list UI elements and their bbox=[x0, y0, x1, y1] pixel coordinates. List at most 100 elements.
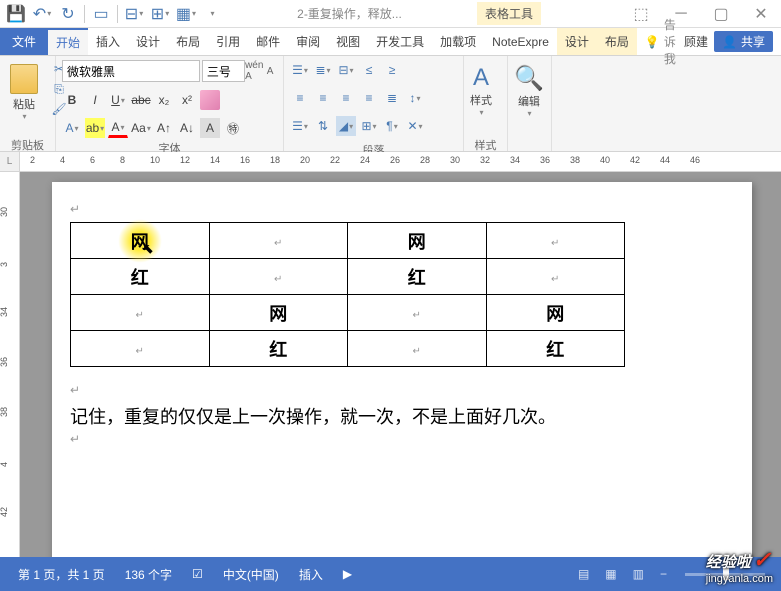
page-scroll-area[interactable]: ↵ 网 ⬉ ↵ 网 ↵ 红 ↵ 红 ↵ bbox=[20, 172, 781, 557]
table-cell[interactable]: ↵ bbox=[486, 259, 625, 295]
increase-indent-button[interactable]: ≥ bbox=[382, 60, 402, 80]
status-page[interactable]: 第 1 页，共 1 页 bbox=[8, 566, 115, 583]
font-color-button[interactable]: A▾ bbox=[108, 118, 128, 138]
show-marks-button[interactable]: ¶▾ bbox=[382, 116, 402, 136]
table-cell[interactable]: 红 bbox=[348, 259, 487, 295]
new-icon[interactable]: ▭ bbox=[89, 2, 113, 26]
decrease-indent-button[interactable]: ≤ bbox=[359, 60, 379, 80]
table-cell[interactable]: 红 bbox=[71, 259, 210, 295]
sort-button[interactable]: ⇅ bbox=[313, 116, 333, 136]
superscript-button[interactable]: x² bbox=[177, 90, 197, 110]
table-cell[interactable]: ↵ bbox=[71, 295, 210, 331]
align-right-button[interactable]: ≡ bbox=[336, 88, 356, 108]
bullets-button[interactable]: ☰▾ bbox=[290, 60, 310, 80]
print-layout-icon[interactable]: ▦ bbox=[599, 564, 622, 584]
text-direction-button[interactable]: ☰▾ bbox=[290, 116, 310, 136]
status-insert-mode[interactable]: 插入 bbox=[289, 566, 333, 583]
distribute-button[interactable]: ≣ bbox=[382, 88, 402, 108]
change-case-button[interactable]: Aa▾ bbox=[131, 118, 151, 138]
tab-mailings[interactable]: 邮件 bbox=[248, 28, 288, 55]
line-spacing-button[interactable]: ↕▾ bbox=[405, 88, 425, 108]
tab-review[interactable]: 审阅 bbox=[288, 28, 328, 55]
tab-home[interactable]: 开始 bbox=[48, 28, 88, 55]
redo-icon[interactable]: ↻ bbox=[56, 2, 80, 26]
tab-design[interactable]: 设计 bbox=[128, 28, 168, 55]
body-paragraph[interactable]: 记住，重复的仅仅是上一次操作，就一次，不是上面好几次。 bbox=[70, 403, 734, 432]
table-cell[interactable]: 红 bbox=[486, 331, 625, 367]
shrink-font-button[interactable]: A↓ bbox=[177, 118, 197, 138]
qat-icon-2[interactable]: ⊞▾ bbox=[148, 2, 172, 26]
font-size-select[interactable]: 三号 bbox=[202, 60, 245, 82]
shading-button[interactable]: ◢▾ bbox=[336, 116, 356, 136]
save-icon[interactable]: 💾 bbox=[4, 2, 28, 26]
tab-tool-design[interactable]: 设计 bbox=[557, 28, 597, 55]
web-layout-icon[interactable]: ▥ bbox=[627, 564, 650, 584]
ruler-horizontal[interactable]: 2 4 6 8 10 12 14 16 18 20 22 24 26 28 30… bbox=[20, 152, 781, 171]
status-macro-icon[interactable]: ▶ bbox=[333, 567, 362, 581]
read-mode-icon[interactable]: ▤ bbox=[572, 564, 595, 584]
clear-format-icon[interactable] bbox=[200, 90, 220, 110]
table-cell[interactable]: 网 bbox=[348, 223, 487, 259]
styles-button[interactable]: A 样式 ▾ bbox=[470, 60, 492, 117]
strikethrough-button[interactable]: abc bbox=[131, 90, 151, 110]
justify-button[interactable]: ≡ bbox=[359, 88, 379, 108]
highlight-button[interactable]: ab▾ bbox=[85, 118, 105, 138]
table-cell[interactable]: ↵ bbox=[486, 223, 625, 259]
table-row[interactable]: 网 ⬉ ↵ 网 ↵ bbox=[71, 223, 625, 259]
page[interactable]: ↵ 网 ⬉ ↵ 网 ↵ 红 ↵ 红 ↵ bbox=[52, 182, 752, 557]
table-row[interactable]: 红 ↵ 红 ↵ bbox=[71, 259, 625, 295]
text-effects-button[interactable]: A▾ bbox=[62, 118, 82, 138]
table-cell[interactable]: ↵ bbox=[348, 295, 487, 331]
align-center-button[interactable]: ≡ bbox=[313, 88, 333, 108]
subscript-button[interactable]: x₂ bbox=[154, 90, 174, 110]
underline-button[interactable]: U▾ bbox=[108, 90, 128, 110]
tab-layout[interactable]: 布局 bbox=[168, 28, 208, 55]
tab-addins[interactable]: 加载项 bbox=[432, 28, 484, 55]
user-name[interactable]: 顾建 bbox=[684, 33, 708, 50]
table-row[interactable]: ↵ 红 ↵ 红 bbox=[71, 331, 625, 367]
table-cell[interactable]: ↵ bbox=[348, 331, 487, 367]
tab-noteexpress[interactable]: NoteExpre bbox=[484, 28, 557, 55]
maximize-icon[interactable]: ▢ bbox=[701, 0, 741, 28]
align-left-button[interactable]: ≡ bbox=[290, 88, 310, 108]
char-border-icon[interactable]: A bbox=[263, 60, 277, 82]
status-language[interactable]: 中文(中国) bbox=[213, 566, 289, 583]
table-cell[interactable]: 网 bbox=[486, 295, 625, 331]
qat-icon-1[interactable]: ⊟▾ bbox=[122, 2, 146, 26]
numbering-button[interactable]: ≣▾ bbox=[313, 60, 333, 80]
multilevel-button[interactable]: ⊟▾ bbox=[336, 60, 356, 80]
tab-devtools[interactable]: 开发工具 bbox=[368, 28, 432, 55]
tab-view[interactable]: 视图 bbox=[328, 28, 368, 55]
enclose-char-button[interactable]: ㊕ bbox=[223, 118, 243, 138]
font-name-select[interactable]: 微软雅黑 bbox=[62, 60, 200, 82]
table-cell[interactable]: 网 bbox=[209, 295, 348, 331]
status-proofing-icon[interactable]: ☑ bbox=[182, 567, 213, 581]
paste-button[interactable]: 粘贴 ▾ bbox=[6, 60, 42, 125]
status-words[interactable]: 136 个字 bbox=[115, 566, 182, 583]
close-icon[interactable]: ✕ bbox=[741, 0, 781, 28]
grow-font-button[interactable]: A↑ bbox=[154, 118, 174, 138]
table-cell[interactable]: ↵ bbox=[71, 331, 210, 367]
tab-file[interactable]: 文件 bbox=[0, 28, 48, 55]
undo-icon[interactable]: ↶▾ bbox=[30, 2, 54, 26]
table-cell[interactable]: ↵ bbox=[209, 223, 348, 259]
tab-references[interactable]: 引用 bbox=[208, 28, 248, 55]
tab-tool-layout[interactable]: 布局 bbox=[597, 28, 637, 55]
document-table[interactable]: 网 ⬉ ↵ 网 ↵ 红 ↵ 红 ↵ ↵ 网 ↵ 网 bbox=[70, 222, 625, 367]
bold-button[interactable]: B bbox=[62, 90, 82, 110]
zoom-out-button[interactable]: − bbox=[654, 564, 673, 584]
share-button[interactable]: 👤 共享 bbox=[714, 31, 773, 52]
table-cell[interactable]: 网 ⬉ bbox=[71, 223, 210, 259]
char-shading-button[interactable]: A bbox=[200, 118, 220, 138]
qat-more-icon[interactable]: ▾ bbox=[200, 2, 224, 26]
phonetic-guide-icon[interactable]: wénA bbox=[247, 60, 261, 82]
snap-button[interactable]: ✕▾ bbox=[405, 116, 425, 136]
table-cell[interactable]: 红 bbox=[209, 331, 348, 367]
italic-button[interactable]: I bbox=[85, 90, 105, 110]
ruler-vertical[interactable]: 30 3 34 36 38 4 42 bbox=[0, 172, 20, 557]
table-row[interactable]: ↵ 网 ↵ 网 bbox=[71, 295, 625, 331]
table-cell[interactable]: ↵ bbox=[209, 259, 348, 295]
tab-insert[interactable]: 插入 bbox=[88, 28, 128, 55]
tell-me-search[interactable]: 💡 告诉我 bbox=[637, 28, 684, 55]
borders-button[interactable]: ⊞▾ bbox=[359, 116, 379, 136]
